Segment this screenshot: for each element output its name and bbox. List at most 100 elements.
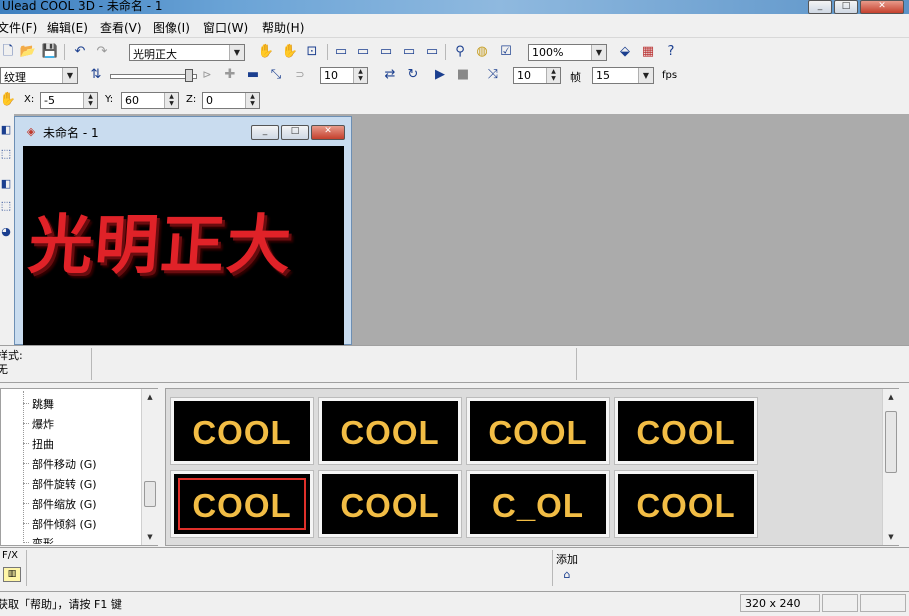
tree-item[interactable]: 变形 <box>32 535 54 544</box>
menu-help[interactable]: 帮助(H) <box>262 19 304 36</box>
chevron-down-icon[interactable]: ▼ <box>591 45 606 60</box>
timeline-slider-thumb[interactable] <box>185 69 193 82</box>
edit-object-icon[interactable]: ⬚ <box>0 198 12 214</box>
add-house-icon[interactable]: ⌂ <box>559 567 575 583</box>
scroll-thumb[interactable] <box>144 481 156 507</box>
gallery-item[interactable]: COOL <box>318 397 462 465</box>
gallery-item[interactable]: C_OL <box>466 470 610 538</box>
menu-image[interactable]: 图像(I) <box>153 19 190 36</box>
text-combo[interactable]: 光明正大 ▼ <box>129 44 245 61</box>
object-icon[interactable]: ◧ <box>0 122 12 138</box>
repeat-icon[interactable]: ⇄ <box>382 67 398 83</box>
spin-arrows-icon[interactable]: ▲ ▼ <box>245 93 259 108</box>
separator <box>91 348 92 380</box>
gallery-item[interactable]: COOL <box>318 470 462 538</box>
spin-arrows-icon[interactable]: ▲ ▼ <box>546 68 560 83</box>
tree-item[interactable]: 扭曲 <box>32 436 54 452</box>
menu-window[interactable]: 窗口(W) <box>203 19 248 36</box>
tree-scrollbar[interactable]: ▲ ▼ <box>141 389 158 545</box>
open-folder-icon[interactable]: 📂 <box>20 44 36 60</box>
doc-maximize-button[interactable]: □ <box>281 125 309 140</box>
rotate-hand-icon[interactable]: ✋ <box>282 44 298 60</box>
spin-arrows-icon[interactable]: ▲ ▼ <box>353 68 367 83</box>
attribute-combo[interactable]: 纹理 ▼ <box>0 67 78 84</box>
checkbox-toggle-icon[interactable]: ☑ <box>498 44 514 60</box>
globe-icon[interactable]: ◍ <box>474 44 490 60</box>
scroll-thumb[interactable] <box>885 411 897 473</box>
spin-arrows-icon[interactable]: ▲ ▼ <box>164 93 178 108</box>
context-help-icon[interactable]: ? <box>663 44 679 60</box>
new-file-icon[interactable]: 🗋 <box>0 44 16 60</box>
play-icon[interactable]: ▶ <box>432 67 448 83</box>
status-cell <box>822 594 858 612</box>
y-label: Y: <box>105 94 114 105</box>
first-keyframe-icon[interactable]: ⇅ <box>88 67 104 83</box>
minimize-button[interactable]: _ <box>808 0 832 14</box>
tree-item[interactable]: 跳舞 <box>32 396 54 412</box>
render-canvas[interactable]: 光明正大 <box>23 146 344 345</box>
render-icon[interactable]: ⬙ <box>617 44 633 60</box>
menu-view[interactable]: 查看(V) <box>100 19 142 36</box>
chevron-down-icon[interactable]: ▼ <box>229 45 244 60</box>
tree-connector <box>23 523 29 524</box>
tree-item[interactable]: 部件倾斜 (G) <box>32 516 97 532</box>
scroll-up-icon[interactable]: ▲ <box>883 391 899 403</box>
timeline-slider[interactable] <box>110 74 197 79</box>
save-icon[interactable]: 💾 <box>42 44 58 60</box>
undo-icon[interactable]: ↶ <box>72 44 88 60</box>
gallery-item[interactable]: COOL <box>614 397 758 465</box>
scroll-down-icon[interactable]: ▼ <box>142 531 158 543</box>
text-object-icon[interactable]: ◧ <box>0 176 12 192</box>
fx-toggle-icon[interactable]: ▥ <box>3 567 21 582</box>
next-keyframe-icon[interactable]: ⊳ <box>199 67 215 83</box>
z-spinner[interactable]: 0 ▲ ▼ <box>202 92 260 109</box>
lighting-icon[interactable]: ⚲ <box>452 44 468 60</box>
shape-icon[interactable]: ◕ <box>0 224 12 240</box>
fps-combo[interactable]: 15 ▼ <box>592 67 654 84</box>
object-front-icon[interactable]: ▭ <box>333 44 349 60</box>
tree-item[interactable]: 部件旋转 (G) <box>32 476 97 492</box>
scroll-up-icon[interactable]: ▲ <box>142 391 158 403</box>
doc-close-button[interactable]: ✕ <box>311 125 345 140</box>
gallery-item[interactable]: COOL <box>614 470 758 538</box>
gallery-item[interactable]: COOL <box>170 397 314 465</box>
angle-spinner[interactable]: 10 ▲ ▼ <box>320 67 368 84</box>
chevron-down-icon[interactable]: ▼ <box>62 68 77 83</box>
gallery-scrollbar[interactable]: ▲ ▼ <box>882 389 899 545</box>
close-button[interactable]: ✕ <box>860 0 904 14</box>
menu-file[interactable]: 文件(F) <box>0 19 37 36</box>
fit-view-icon[interactable]: ⊡ <box>304 44 320 60</box>
motion-path-icon[interactable]: ⤨ <box>485 67 501 83</box>
spin-arrows-icon[interactable]: ▲ ▼ <box>83 93 97 108</box>
gallery-item[interactable]: COOL <box>466 397 610 465</box>
loop-back-icon[interactable]: ⊃ <box>292 67 308 83</box>
chevron-down-icon[interactable]: ▼ <box>638 68 653 83</box>
tree-item[interactable]: 部件移动 (G) <box>32 456 97 472</box>
frame-spinner[interactable]: 10 ▲ ▼ <box>513 67 561 84</box>
redo-icon[interactable]: ↷ <box>94 44 110 60</box>
remove-keyframe-icon[interactable]: ▬ <box>245 67 261 83</box>
doc-minimize-button[interactable]: _ <box>251 125 279 140</box>
tree-connector <box>23 403 29 404</box>
scroll-down-icon[interactable]: ▼ <box>883 531 899 543</box>
stop-icon[interactable]: ■ <box>455 67 471 83</box>
move-hand-icon[interactable]: ✋ <box>0 92 16 108</box>
object-bottom-icon[interactable]: ▭ <box>424 44 440 60</box>
add-keyframe-icon[interactable]: ✚ <box>222 67 238 83</box>
tree-item[interactable]: 部件缩放 (G) <box>32 496 97 512</box>
y-spinner[interactable]: 60 ▲ ▼ <box>121 92 179 109</box>
object-back-icon[interactable]: ▭ <box>355 44 371 60</box>
tree-item[interactable]: 爆炸 <box>32 416 54 432</box>
gallery-item-selected[interactable]: COOL <box>170 470 314 538</box>
object-top-icon[interactable]: ▭ <box>401 44 417 60</box>
refresh-icon[interactable]: ↻ <box>405 67 421 83</box>
x-spinner[interactable]: -5 ▲ ▼ <box>40 92 98 109</box>
pan-hand-icon[interactable]: ✋ <box>258 44 274 60</box>
palette-icon[interactable]: ▦ <box>640 44 656 60</box>
menu-edit[interactable]: 编辑(E) <box>47 19 88 36</box>
object-side-icon[interactable]: ▭ <box>378 44 394 60</box>
zoom-combo[interactable]: 100% ▼ <box>528 44 607 61</box>
reverse-icon[interactable]: ⤡ <box>268 67 284 83</box>
select-icon[interactable]: ⬚ <box>0 146 12 162</box>
maximize-button[interactable]: □ <box>834 0 858 14</box>
